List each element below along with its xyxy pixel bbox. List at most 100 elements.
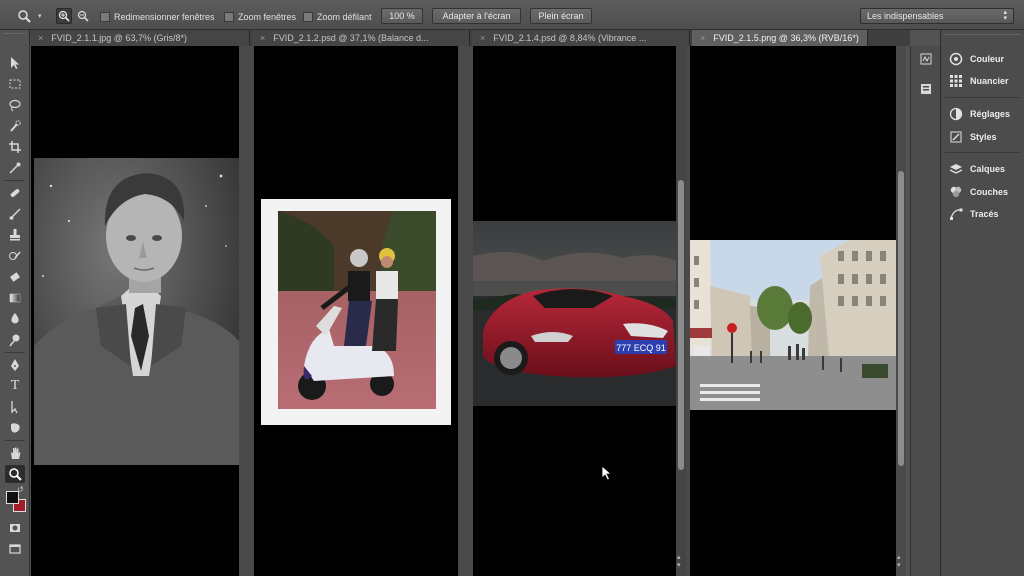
panel-label: Tracés bbox=[970, 209, 999, 219]
fill-screen-button[interactable]: Plein écran bbox=[530, 8, 592, 24]
quick-mask-button[interactable] bbox=[5, 519, 25, 537]
panel-calques[interactable]: Calques bbox=[949, 160, 1005, 178]
spot-healing-tool[interactable] bbox=[5, 184, 25, 202]
panel-label: Calques bbox=[970, 164, 1006, 174]
panel-couches[interactable]: Couches bbox=[949, 183, 1008, 201]
document-window-4[interactable] bbox=[690, 46, 896, 576]
eraser-tool[interactable] bbox=[5, 268, 25, 286]
magnifier-icon bbox=[18, 10, 31, 23]
scrollbar-thumb[interactable] bbox=[678, 180, 684, 470]
properties-icon bbox=[921, 84, 931, 94]
zoom-tool-preset-picker[interactable] bbox=[16, 8, 32, 24]
document-window-2[interactable] bbox=[254, 46, 458, 576]
document-window-3[interactable]: 777 ECQ 91 bbox=[473, 46, 676, 576]
tab-label: FVID_2.1.2.psd @ 37,1% (Balance d... bbox=[273, 33, 429, 43]
hand-tool[interactable] bbox=[5, 444, 25, 462]
history-icon bbox=[920, 53, 932, 65]
blur-tool[interactable] bbox=[5, 310, 25, 328]
lasso-tool[interactable] bbox=[5, 96, 25, 114]
checkbox-box[interactable] bbox=[100, 11, 110, 22]
zoom-in-icon bbox=[58, 10, 70, 22]
clone-stamp-tool[interactable] bbox=[5, 226, 25, 244]
license-plate-text: 777 ECQ 91 bbox=[616, 343, 666, 353]
quick-selection-tool[interactable] bbox=[5, 117, 25, 135]
scroll-arrows-icon[interactable]: ▴ ▾ bbox=[897, 554, 901, 570]
options-bar: ▾ Redimensionner fenêtres Zoom fenêtres … bbox=[0, 0, 1024, 30]
tab-fvid-2-1-4[interactable]: × FVID_2.1.4.psd @ 8,84% (Vibrance ... bbox=[472, 30, 690, 46]
eyedropper-icon bbox=[9, 162, 21, 174]
panel-traces[interactable]: Tracés bbox=[949, 205, 999, 223]
document-window-1[interactable] bbox=[31, 46, 239, 576]
gradient-tool[interactable] bbox=[5, 289, 25, 307]
close-icon[interactable]: × bbox=[480, 33, 485, 43]
move-tool[interactable] bbox=[5, 54, 25, 72]
panel-styles[interactable]: Styles bbox=[949, 128, 997, 146]
workspace-label: Les indispensables bbox=[867, 11, 944, 21]
updown-arrows-icon: ▴ ▾ bbox=[1003, 9, 1007, 22]
close-icon[interactable]: × bbox=[260, 33, 265, 43]
crop-tool[interactable] bbox=[5, 138, 25, 156]
history-brush-icon bbox=[9, 251, 21, 260]
window-divider[interactable] bbox=[458, 46, 473, 576]
scrubby-zoom-label: Zoom défilant bbox=[317, 11, 372, 22]
brush-icon bbox=[9, 208, 21, 220]
foreground-color-swatch[interactable] bbox=[6, 491, 19, 504]
panel-label: Couleur bbox=[970, 54, 1005, 64]
panel-label: Nuancier bbox=[970, 76, 1009, 86]
panel-nuancier[interactable]: Nuancier bbox=[949, 72, 1009, 90]
vertical-scrollbar[interactable]: ▴ ▾ bbox=[676, 46, 686, 576]
eyedropper-tool[interactable] bbox=[5, 159, 25, 177]
styles-icon bbox=[950, 131, 962, 143]
adjustments-icon bbox=[949, 107, 963, 121]
crop-icon bbox=[9, 141, 21, 153]
properties-panel-button[interactable] bbox=[919, 82, 933, 96]
zoom-all-windows-checkbox[interactable]: Zoom fenêtres bbox=[224, 10, 296, 23]
resize-windows-label: Redimensionner fenêtres bbox=[114, 11, 215, 22]
panel-couleur[interactable]: Couleur bbox=[949, 50, 1004, 68]
screen-mode-icon bbox=[9, 544, 21, 554]
actual-pixels-button[interactable]: 100 % bbox=[381, 8, 423, 24]
window-divider[interactable] bbox=[239, 46, 254, 576]
tab-fvid-2-1-5[interactable]: × FVID_2.1.5.png @ 36,3% (RVB/16*) bbox=[692, 30, 868, 46]
zoom-in-button[interactable] bbox=[56, 8, 72, 24]
scroll-arrows-icon[interactable]: ▴ ▾ bbox=[677, 554, 681, 570]
hand-icon bbox=[11, 447, 21, 459]
pen-tool[interactable] bbox=[5, 356, 25, 374]
checkbox-box[interactable] bbox=[303, 11, 313, 22]
panel-reglages[interactable]: Réglages bbox=[949, 105, 1010, 123]
dock-grip[interactable] bbox=[945, 34, 1021, 38]
zoom-all-windows-label: Zoom fenêtres bbox=[238, 11, 297, 22]
dodge-tool[interactable] bbox=[5, 331, 25, 349]
scrubby-zoom-checkbox[interactable]: Zoom défilant bbox=[303, 10, 372, 23]
blur-drop-icon bbox=[11, 313, 19, 324]
history-brush-tool[interactable] bbox=[5, 247, 25, 265]
fit-screen-button[interactable]: Adapter à l'écran bbox=[432, 8, 521, 24]
workspace-switcher[interactable]: Les indispensables ▴ ▾ bbox=[860, 8, 1014, 24]
type-tool[interactable]: T bbox=[5, 377, 25, 395]
street-photo bbox=[690, 240, 896, 410]
chevron-down-icon[interactable]: ▾ bbox=[38, 12, 42, 20]
toolbar-grip[interactable] bbox=[4, 33, 26, 38]
history-panel-button[interactable] bbox=[919, 52, 933, 66]
screen-mode-button[interactable] bbox=[5, 540, 25, 558]
tab-fvid-2-1-2[interactable]: × FVID_2.1.2.psd @ 37,1% (Balance d... bbox=[252, 30, 470, 46]
scrollbar-thumb[interactable] bbox=[898, 171, 904, 466]
brush-tool[interactable] bbox=[5, 205, 25, 223]
zoom-tool[interactable] bbox=[5, 465, 25, 483]
resize-windows-checkbox[interactable]: Redimensionner fenêtres bbox=[100, 10, 215, 23]
portrait-photo bbox=[34, 158, 239, 465]
shape-tool[interactable] bbox=[5, 419, 25, 437]
color-icon bbox=[949, 52, 963, 66]
quick-selection-icon bbox=[10, 120, 21, 132]
tools-panel: T ↺ bbox=[0, 30, 30, 576]
path-selection-tool[interactable] bbox=[5, 398, 25, 416]
checkbox-box[interactable] bbox=[224, 11, 234, 22]
close-icon[interactable]: × bbox=[38, 33, 43, 43]
zoom-out-icon bbox=[77, 10, 89, 22]
marquee-tool[interactable] bbox=[5, 75, 25, 93]
vertical-scrollbar[interactable]: ▴ ▾ bbox=[896, 46, 906, 576]
zoom-out-button[interactable] bbox=[75, 8, 91, 24]
close-icon[interactable]: × bbox=[700, 33, 705, 43]
stamp-icon bbox=[10, 229, 20, 241]
tab-fvid-2-1-1[interactable]: × FVID_2.1.1.jpg @ 63,7% (Gris/8*) bbox=[30, 30, 250, 46]
